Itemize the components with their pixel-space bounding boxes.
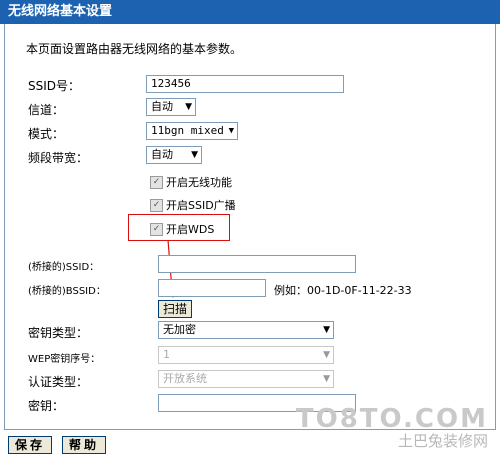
key-type-value: 无加密 (163, 323, 196, 336)
save-button[interactable]: 保存 (8, 436, 52, 454)
chevron-down-icon: ▼ (323, 350, 330, 360)
chevron-down-icon: ▼ (323, 374, 330, 384)
key-label: 密钥： (28, 399, 65, 413)
auth-type-value: 开放系统 (163, 372, 207, 385)
bssid-example-text: 例如：00-1D-0F-11-22-33 (274, 284, 412, 297)
bridge-ssid-label: (桥接的)SSID： (28, 262, 100, 273)
key-type-select[interactable]: 无加密 ▼ (158, 321, 334, 339)
wep-index-value: 1 (163, 348, 170, 361)
bridge-bssid-label: (桥接的)BSSID： (28, 286, 106, 297)
watermark: TO8TO.COM 土巴兔装修网 (296, 406, 488, 450)
bridge-ssid-input[interactable] (158, 255, 356, 273)
bridge-bssid-input[interactable] (158, 279, 266, 297)
wep-index-label: WEP密钥序号： (28, 354, 101, 365)
chevron-down-icon: ▼ (323, 325, 330, 335)
auth-type-label: 认证类型： (28, 375, 89, 389)
scan-button[interactable]: 扫描 (158, 300, 192, 318)
annotation-arrow-icon (167, 239, 177, 298)
watermark-logo: TO8TO.COM (295, 404, 488, 434)
auth-type-select[interactable]: 开放系统 ▼ (158, 370, 334, 388)
wep-index-select[interactable]: 1 ▼ (158, 346, 334, 364)
key-type-label: 密钥类型： (28, 326, 89, 340)
watermark-caption: 土巴兔装修网 (397, 432, 488, 450)
help-button[interactable]: 帮助 (62, 436, 106, 454)
